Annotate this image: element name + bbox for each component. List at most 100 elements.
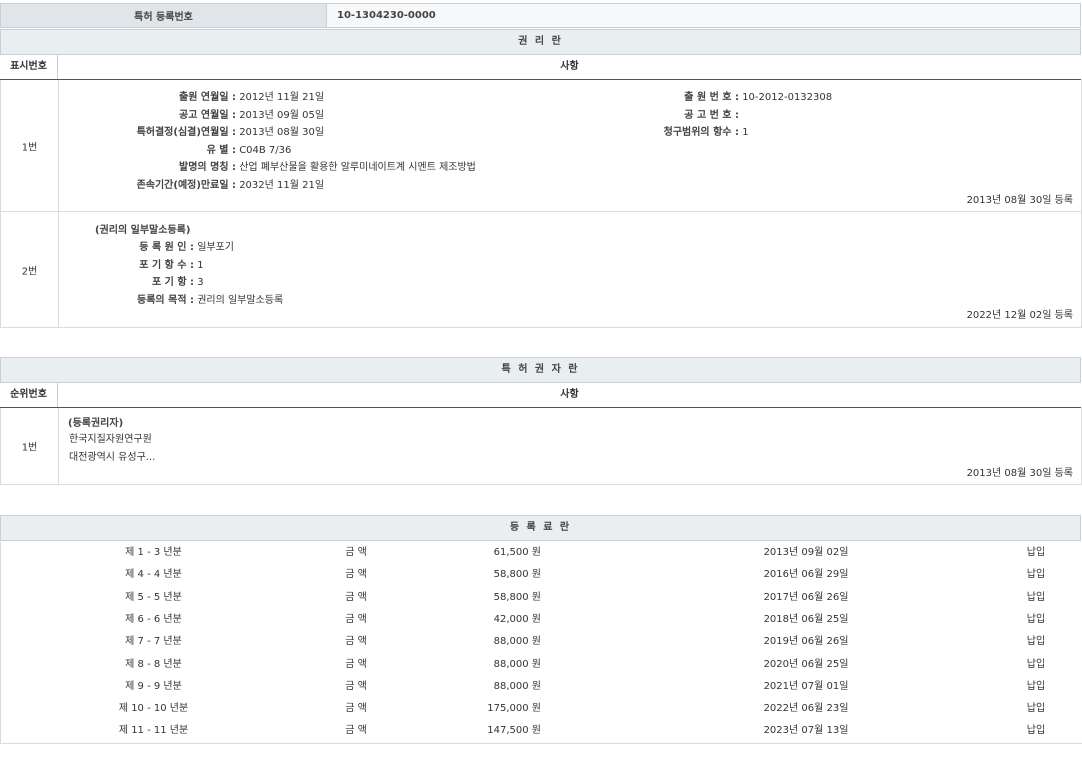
- fee-status: 납입: [1011, 609, 1061, 631]
- fee-row: 제 8 - 8 년분금 액88,000 원2020년 06월 25일납입: [1, 654, 1081, 676]
- field-row: 발명의 명칭 : 산업 폐부산물을 활용한 알루미네이트계 시멘트 제조방법: [61, 158, 476, 173]
- rights-row-1: 1번 출원 연월일 : 2012년 11월 21일공고 연월일 : 2013년 …: [0, 80, 1082, 212]
- field-value: 1: [197, 260, 203, 271]
- fee-amount-label: 금 액: [331, 542, 381, 564]
- fee-amount: 88,000 원: [471, 676, 541, 698]
- fee-row: 제 5 - 5 년분 금 액 58,800 원 2017년 06월 26일 납입: [1, 587, 1081, 609]
- field-label: 공고 연월일 :: [61, 106, 236, 121]
- fee-status: 납입: [1011, 564, 1061, 586]
- fee-period: 제 7 - 7 년분: [101, 631, 206, 653]
- field-label: 등 록 원 인 :: [61, 238, 194, 253]
- holders-row-1: 1번 (등록권리자) 한국지질자원연구원 대전광역시 유성구... 2013년 …: [0, 408, 1082, 485]
- col-matter: 사항: [58, 383, 1081, 407]
- fee-paid-date: 2013년 09월 02일: [751, 542, 861, 564]
- fee-paid-date: 2017년 06월 26일: [751, 587, 861, 609]
- fee-amount: 147,500 원: [471, 720, 541, 742]
- field-row: 특허결정(심결)연월일 : 2013년 08월 30일: [61, 123, 324, 138]
- fee-paid-date: 2021년 07월 01일: [751, 676, 861, 698]
- field-label: 출원 연월일 :: [61, 88, 236, 103]
- fee-amount: 88,000 원: [471, 631, 541, 653]
- fee-period: 제 1 - 3 년분: [101, 542, 206, 564]
- fee-amount: 61,500 원: [471, 542, 541, 564]
- field-label: 청구범위의 항수 :: [591, 123, 739, 138]
- fee-paid-date: 2023년 07월 13일: [751, 720, 861, 742]
- field-row: 공 고 번 호 :: [591, 106, 739, 121]
- registration-date: 2013년 08월 30일 등록: [967, 464, 1073, 479]
- field-row: 공고 연월일 : 2013년 09월 05일: [61, 106, 324, 121]
- fee-status: 납입: [1011, 654, 1061, 676]
- field-row: 등 록 원 인 : 일부포기: [61, 238, 234, 253]
- fee-amount: 58,800 원: [471, 587, 541, 609]
- fees-table: 제 1 - 3 년분금 액61,500 원2013년 09월 02일납입제 4 …: [0, 542, 1082, 744]
- fee-period: 제 6 - 6 년분: [101, 609, 206, 631]
- fee-amount-label: 금 액: [331, 564, 381, 586]
- fee-amount-label: 금 액: [331, 654, 381, 676]
- registration-date: 2013년 08월 30일 등록: [967, 191, 1073, 206]
- fee-amount-label: 금 액: [331, 676, 381, 698]
- holders-section-title: 특 허 권 자 란: [0, 357, 1081, 383]
- fee-period: 제 5 - 5 년분: [101, 587, 206, 609]
- fees-section-title: 등 록 료 란: [0, 515, 1081, 541]
- fee-amount-label: 금 액: [331, 587, 381, 609]
- fee-amount-label: 금 액: [331, 631, 381, 653]
- holder-name: 한국지질자원연구원: [69, 430, 152, 445]
- fee-row: 제 7 - 7 년분 금 액 88,000 원 2019년 06월 26일 납입: [1, 631, 1081, 653]
- fee-status: 납입: [1011, 631, 1061, 653]
- fee-amount: 175,000 원: [471, 698, 541, 720]
- fee-period: 제 11 - 11 년분: [101, 720, 206, 742]
- row-number: 2번: [1, 212, 59, 327]
- field-value: 권리의 일부말소등록: [197, 295, 283, 306]
- field-row: 존속기간(예정)만료일 : 2032년 11월 21일: [61, 176, 324, 191]
- field-label: 특허결정(심결)연월일 :: [61, 123, 236, 138]
- field-row: 출 원 번 호 : 10-2012-0132308: [591, 88, 832, 103]
- col-matter: 사항: [58, 55, 1081, 79]
- holders-column-header: 순위번호 사항: [0, 383, 1081, 408]
- row-number: 1번: [1, 408, 59, 484]
- field-value: 1: [742, 127, 748, 138]
- rights-column-header: 표시번호 사항: [0, 55, 1081, 80]
- fee-period: 제 10 - 10 년분: [101, 698, 206, 720]
- field-value: 2032년 11월 21일: [239, 180, 324, 191]
- rights-section-title: 권 리 란: [0, 29, 1081, 55]
- fee-period: 제 4 - 4 년분: [101, 564, 206, 586]
- field-value: 10-2012-0132308: [742, 92, 832, 103]
- fee-amount-label: 금 액: [331, 609, 381, 631]
- fee-amount: 88,000 원: [471, 654, 541, 676]
- field-row: 유 별 : C04B 7/36: [61, 141, 291, 156]
- fee-paid-date: 2018년 06월 25일: [751, 609, 861, 631]
- field-label: 포 기 항 수 :: [61, 256, 194, 271]
- field-label: 출 원 번 호 :: [591, 88, 739, 103]
- holder-heading: (등록권리자): [68, 414, 123, 429]
- field-label: 발명의 명칭 :: [61, 158, 236, 173]
- field-row: 청구범위의 항수 : 1: [591, 123, 749, 138]
- field-value: C04B 7/36: [239, 145, 291, 156]
- fee-row: 제 1 - 3 년분 금 액 61,500 원 2013년 09월 02일 납입: [1, 542, 1081, 564]
- fee-paid-date: 2016년 06월 29일: [751, 564, 861, 586]
- fee-status: 납입: [1011, 676, 1061, 698]
- fee-status: 납입: [1011, 698, 1061, 720]
- fee-amount: 58,800 원: [471, 564, 541, 586]
- fee-row: 제 4 - 4 년분 금 액 58,800 원 2016년 06월 29일 납입: [1, 564, 1081, 586]
- field-value: 일부포기: [197, 242, 234, 253]
- fee-paid-date: 2020년 06월 25일: [751, 654, 861, 676]
- fee-period: 제 9 - 9 년분: [101, 676, 206, 698]
- holder-address: 대전광역시 유성구...: [69, 448, 155, 463]
- field-row: 출원 연월일 : 2012년 11월 21일: [61, 88, 324, 103]
- fee-status: 납입: [1011, 542, 1061, 564]
- field-row: 포 기 항 : 3: [61, 273, 204, 288]
- fee-amount-label: 금 액: [331, 720, 381, 742]
- fee-status: 납입: [1011, 587, 1061, 609]
- field-value: 산업 폐부산물을 활용한 알루미네이트계 시멘트 제조방법: [239, 162, 476, 173]
- fee-row: 제 9 - 9 년분 금 액 88,000 원 2021년 07월 01일 납입: [1, 676, 1081, 698]
- field-value: 2013년 08월 30일: [239, 127, 324, 138]
- field-label: 포 기 항 :: [61, 273, 194, 288]
- fee-row: 제 6 - 6 년분금 액42,000 원2018년 06월 25일납입: [1, 609, 1081, 631]
- fee-amount-label: 금 액: [331, 698, 381, 720]
- field-label: 유 별 :: [61, 141, 236, 156]
- field-row: 포 기 항 수 : 1: [61, 256, 204, 271]
- fee-row: 제 11 - 11 년분금 액147,500 원2023년 07월 13일납입: [1, 720, 1081, 742]
- registration-number-label: 특허 등록번호: [1, 4, 327, 28]
- field-label: 등록의 목적 :: [61, 291, 194, 306]
- fee-paid-date: 2019년 06월 26일: [751, 631, 861, 653]
- fee-paid-date: 2022년 06월 23일: [751, 698, 861, 720]
